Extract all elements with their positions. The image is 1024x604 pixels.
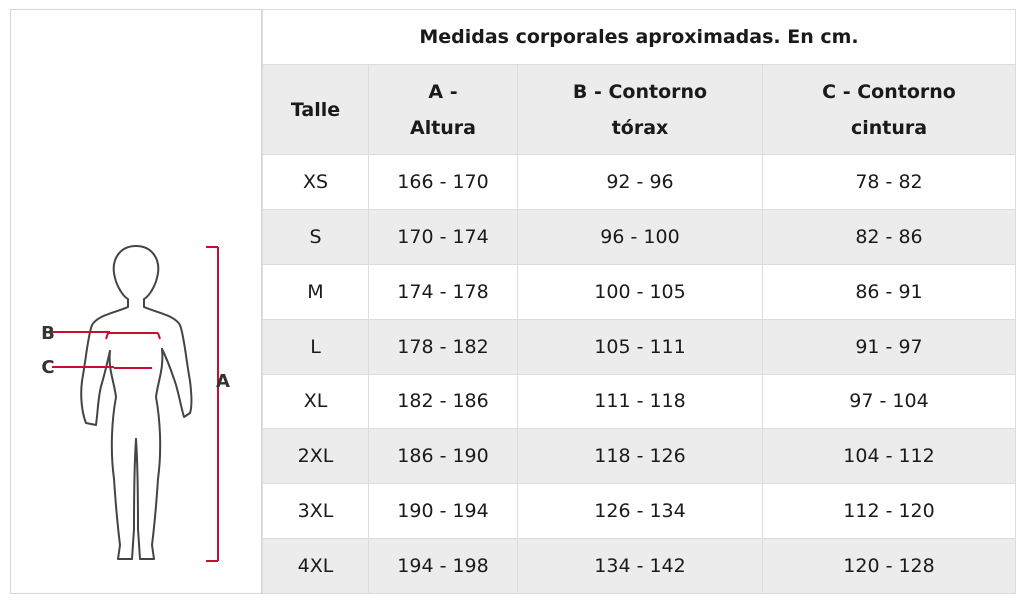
cell-altura: 170 - 174 [368,208,518,265]
cell-torax: 126 - 134 [517,483,763,540]
body-figure-panel: B C A [10,9,262,594]
table-row: XL 182 - 186 111 - 118 97 - 104 [262,373,1016,430]
cell-talle: XL [262,373,369,430]
cell-cintura: 120 - 128 [762,538,1016,594]
cell-cintura: 104 - 112 [762,428,1016,485]
label-c: C [41,357,54,378]
table-row: 4XL 194 - 198 134 - 142 120 - 128 [262,538,1016,594]
table-row: M 174 - 178 100 - 105 86 - 91 [262,263,1016,320]
cell-talle: XS [262,154,369,210]
table-row: S 170 - 174 96 - 100 82 - 86 [262,208,1016,265]
header-altura-line2: Altura [409,116,477,139]
cell-cintura: 97 - 104 [762,373,1016,430]
cell-torax: 100 - 105 [517,263,763,320]
table-row: XS 166 - 170 92 - 96 78 - 82 [262,154,1016,210]
cell-talle: 3XL [262,483,369,540]
cell-talle: 2XL [262,428,369,485]
cell-altura: 166 - 170 [368,154,518,210]
cell-torax: 96 - 100 [517,208,763,265]
cell-torax: 134 - 142 [517,538,763,594]
cell-altura: 194 - 198 [368,538,518,594]
header-altura-line1: A - [428,80,458,103]
size-table: Medidas corporales aproximadas. En cm. T… [262,9,1016,594]
cell-talle: L [262,318,369,375]
cell-talle: M [262,263,369,320]
cell-torax: 111 - 118 [517,373,763,430]
header-torax-line1: B - Contorno [572,80,708,103]
table-row: 3XL 190 - 194 126 - 134 112 - 120 [262,483,1016,540]
cell-torax: 105 - 111 [517,318,763,375]
waist-line [52,366,152,369]
body-outline [80,245,193,560]
cell-talle: 4XL [262,538,369,594]
label-a: A [216,371,230,392]
cell-altura: 174 - 178 [368,263,518,320]
body-silhouette-illustration: B C A [41,245,230,562]
header-talle: Talle [262,64,369,155]
chest-line [52,331,161,340]
cell-cintura: 86 - 91 [762,263,1016,320]
cell-altura: 178 - 182 [368,318,518,375]
table-title: Medidas corporales aproximadas. En cm. [262,9,1016,65]
header-altura: A - Altura [368,64,518,155]
cell-cintura: 91 - 97 [762,318,1016,375]
cell-altura: 182 - 186 [368,373,518,430]
label-b: B [41,323,55,344]
cell-cintura: 112 - 120 [762,483,1016,540]
header-cintura: C - Contorno cintura [762,64,1016,155]
cell-altura: 190 - 194 [368,483,518,540]
header-torax: B - Contorno tórax [517,64,763,155]
cell-torax: 118 - 126 [517,428,763,485]
height-bracket [206,246,219,562]
header-torax-line2: tórax [611,116,669,139]
cell-talle: S [262,208,369,265]
header-cintura-line1: C - Contorno [822,80,956,103]
cell-altura: 186 - 190 [368,428,518,485]
table-row: L 178 - 182 105 - 111 91 - 97 [262,318,1016,375]
table-row: 2XL 186 - 190 118 - 126 104 - 112 [262,428,1016,485]
cell-torax: 92 - 96 [517,154,763,210]
cell-cintura: 82 - 86 [762,208,1016,265]
cell-cintura: 78 - 82 [762,154,1016,210]
header-cintura-line2: cintura [850,116,928,139]
